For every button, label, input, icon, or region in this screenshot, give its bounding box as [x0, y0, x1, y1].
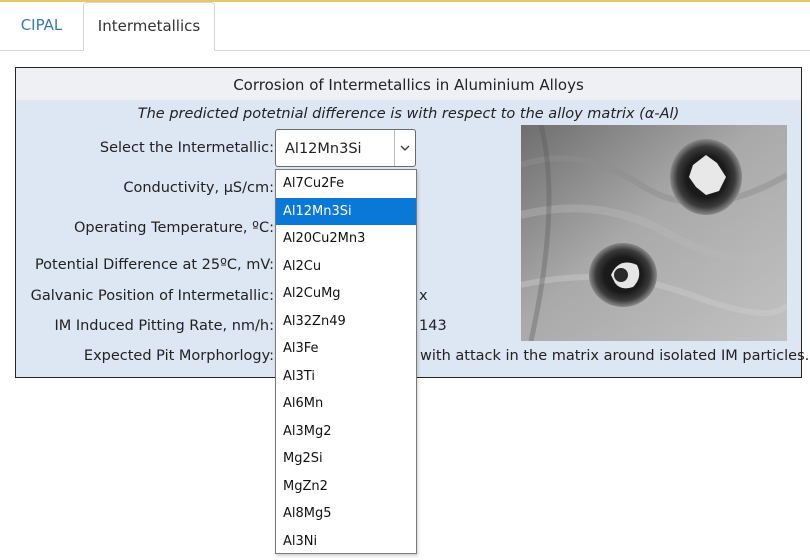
dropdown-option[interactable]: Al8Mg5	[276, 500, 416, 528]
dropdown-option[interactable]: Al7Cu2Fe	[276, 170, 416, 198]
temperature-label: Operating Temperature, ºC:	[73, 220, 274, 236]
dropdown-option[interactable]: Al2CuMg	[276, 280, 416, 308]
intermetallic-select-value: Al12Mn3Si	[285, 141, 362, 157]
dropdown-option[interactable]: Al32Zn49	[276, 308, 416, 336]
chevron-down-icon	[400, 145, 410, 151]
dropdown-option[interactable]: MgZn2	[276, 473, 416, 501]
pitting-rate-label: IM Induced Pitting Rate, nm/h:	[54, 318, 274, 334]
dropdown-option[interactable]: Al3Ni	[276, 528, 416, 556]
galvanic-position-value: x	[419, 288, 428, 304]
select-arrow-container[interactable]	[394, 130, 415, 166]
dropdown-option[interactable]: Al3Fe	[276, 335, 416, 363]
galvanic-position-label: Galvanic Position of Intermetallic:	[30, 288, 274, 304]
pit-morphology-value: with attack in the matrix around isolate…	[420, 348, 810, 364]
dropdown-option[interactable]: Al3Mg2	[276, 418, 416, 446]
dropdown-option[interactable]: Al2Cu	[276, 253, 416, 281]
tab-cipal[interactable]: CIPAL	[0, 2, 83, 48]
panel-title: Corrosion of Intermetallics in Aluminium…	[16, 68, 801, 100]
select-intermetallic-label: Select the Intermetallic:	[99, 140, 274, 156]
potential-difference-label: Potential Difference at 25ºC, mV:	[34, 257, 274, 273]
intermetallic-select[interactable]: Al12Mn3Si	[275, 129, 416, 167]
dropdown-option[interactable]: Al6Mn	[276, 390, 416, 418]
conductivity-label: Conductivity, μS/cm:	[123, 180, 274, 196]
intermetallic-dropdown-list[interactable]: Al7Cu2Fe Al12Mn3Si Al20Cu2Mn3 Al2Cu Al2C…	[275, 169, 417, 554]
tab-bar: CIPAL Intermetallics	[0, 2, 810, 51]
tab-intermetallics[interactable]: Intermetallics	[83, 2, 215, 51]
panel-subtitle: The predicted potetnial difference is wi…	[137, 106, 680, 122]
dropdown-option[interactable]: Mg2Si	[276, 445, 416, 473]
dropdown-option-selected[interactable]: Al12Mn3Si	[276, 197, 416, 225]
dropdown-option[interactable]: Al3Ti	[276, 363, 416, 391]
micrograph-image	[520, 124, 790, 342]
dropdown-option[interactable]: Al20Cu2Mn3	[276, 225, 416, 253]
pitting-rate-value: 143	[419, 318, 447, 334]
pit-morphology-label: Expected Pit Morphorlogy:	[83, 348, 274, 364]
